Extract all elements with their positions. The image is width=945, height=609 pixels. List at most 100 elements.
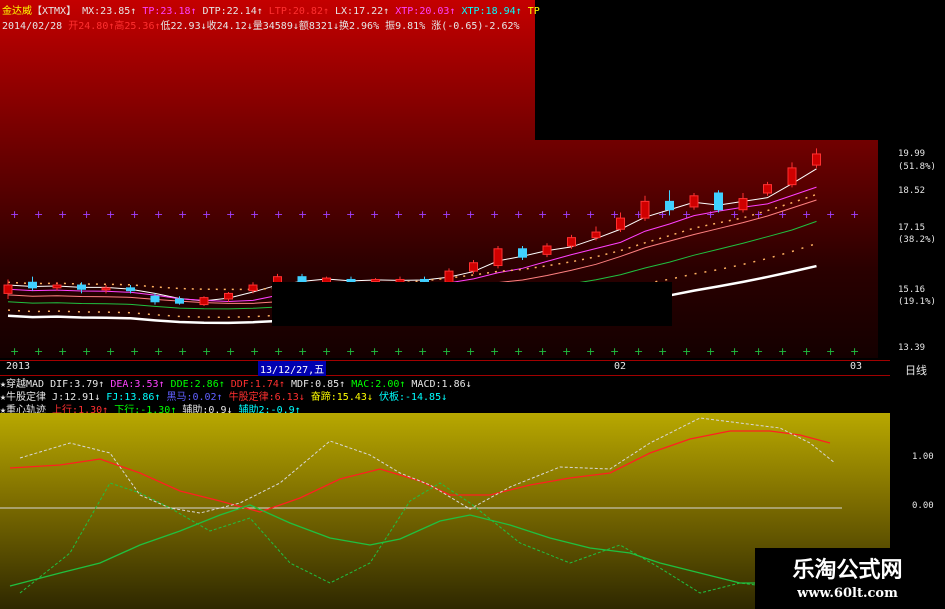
header1-item-1: MX:23.85↑ (76, 6, 137, 17)
cross-marker: + (706, 208, 715, 221)
dashed-upper (19, 417, 836, 514)
header-line-1: 金达威【XTMX】 MX:23.85↑ TP:23.18↑ DTP:22.14↑… (2, 2, 540, 17)
candle-body (493, 248, 503, 267)
header2-item-2: 高25.36↑ (114, 21, 161, 32)
cross-marker: + (346, 208, 355, 221)
candle-body (199, 297, 209, 306)
stock-name: 金达威 (2, 6, 32, 17)
cross-marker: + (490, 345, 499, 358)
header1-item-0: 【XTMX】 (32, 6, 77, 17)
cross-marker: + (538, 208, 547, 221)
header1-item-6: XTP:20.03↑ (389, 6, 456, 17)
cross-marker: + (202, 345, 211, 358)
cross-marker: + (442, 208, 451, 221)
blank-overlay (272, 282, 672, 326)
tick-02: 02 (614, 361, 627, 372)
cross-marker: + (826, 345, 835, 358)
price-axis-label-2: 18.52 (898, 186, 926, 196)
cross-marker: + (634, 345, 643, 358)
cross-marker: + (226, 208, 235, 221)
cross-marker: + (82, 208, 91, 221)
candle-body (175, 298, 184, 304)
cross-marker: + (586, 345, 595, 358)
cross-marker: + (10, 345, 19, 358)
watermark-title: 乐淘公式网 (792, 558, 903, 583)
candle-body (787, 167, 797, 186)
price-axis-label-7: 13.39 (898, 343, 926, 353)
niugu-item-5: 奋蹄:15.43↓ (304, 392, 373, 403)
candle-body (640, 200, 650, 219)
price-axis-label-0: 19.99 (898, 149, 926, 159)
red-line (9, 430, 831, 513)
header1-item-4: LTP:20.82↑ (262, 6, 329, 17)
cross-marker: + (394, 208, 403, 221)
niugu-item-6: 伏板:-14.85↓ (372, 392, 448, 403)
header1-item-7: XTP:18.94↑ (455, 6, 522, 17)
candle-body (763, 184, 772, 194)
header2-item-7: 换2.96% (338, 21, 380, 32)
cross-marker: + (778, 345, 787, 358)
indicator-axis-label-1: 0.00 (912, 501, 934, 511)
cross-marker: + (610, 345, 619, 358)
cross-marker: + (682, 345, 691, 358)
candle-body (224, 292, 233, 300)
cross-marker: + (562, 208, 571, 221)
price-axis-label-4: (38.2%) (898, 235, 936, 245)
cross-marker: + (298, 345, 307, 358)
cross-marker: + (346, 345, 355, 358)
candle-body (52, 284, 62, 289)
cross-marker: + (370, 345, 379, 358)
cross-marker: + (706, 345, 715, 358)
header2-item-8: 振9.81% (379, 21, 426, 32)
cross-marker: + (514, 345, 523, 358)
cross-marker: + (226, 345, 235, 358)
price-axis-label-5: 15.16 (898, 285, 926, 295)
candle-body (28, 281, 37, 289)
cross-marker: + (298, 208, 307, 221)
candle-body (150, 295, 160, 303)
candle-body (3, 284, 13, 294)
candle-body (101, 287, 111, 291)
header2-item-0: 2014/02/28 (2, 21, 63, 32)
cross-marker: + (442, 345, 451, 358)
watermark-url: www.60lt.com (797, 586, 898, 601)
cross-marker: + (586, 208, 595, 221)
cross-marker: + (82, 345, 91, 358)
year-label: 2013 (6, 361, 31, 372)
header1-item-3: DTP:22.14↑ (196, 6, 263, 17)
cross-marker: + (466, 208, 475, 221)
candle-body (591, 231, 601, 239)
cross-marker: + (514, 208, 523, 221)
period-label[interactable]: 日线 (905, 362, 927, 378)
cross-marker: + (178, 345, 187, 358)
header1-item-8: TP (521, 6, 540, 17)
cross-marker: + (250, 208, 259, 221)
candle-body (126, 287, 135, 292)
cross-marker: + (178, 208, 187, 221)
cross-marker: + (10, 208, 19, 221)
candle-body (812, 153, 821, 166)
stock-chart-window: + + + + + + + + + + + + + + + + + + + + + + + + + + + + + + + + + + + + + + + +… (0, 0, 945, 609)
header2-item-5: 量34589↓ (252, 21, 299, 32)
candle-body (689, 195, 699, 208)
cross-marker: + (106, 208, 115, 221)
formula-values: 【XTMX】 MX:23.85↑ TP:23.18↑ DTP:22.14↑ LT… (32, 6, 540, 17)
cross-marker: + (538, 345, 547, 358)
cross-marker: + (274, 345, 283, 358)
header1-item-2: TP:23.18↑ (136, 6, 197, 17)
candle-body (542, 245, 552, 255)
cross-marker: + (34, 208, 43, 221)
cross-marker: + (130, 208, 139, 221)
header2-item-6: 额8321↓ (298, 21, 339, 32)
header1-item-5: LX:17.22↑ (329, 6, 390, 17)
cross-marker: + (154, 208, 163, 221)
candle-body (469, 262, 478, 272)
cross-marker: + (850, 208, 859, 221)
price-axis-label-6: (19.1%) (898, 297, 936, 307)
cross-marker: + (58, 345, 67, 358)
candle-body (714, 192, 723, 211)
cross-marker: + (34, 345, 43, 358)
cross-marker: + (202, 208, 211, 221)
cross-marker: + (154, 345, 163, 358)
cross-marker: + (754, 345, 763, 358)
